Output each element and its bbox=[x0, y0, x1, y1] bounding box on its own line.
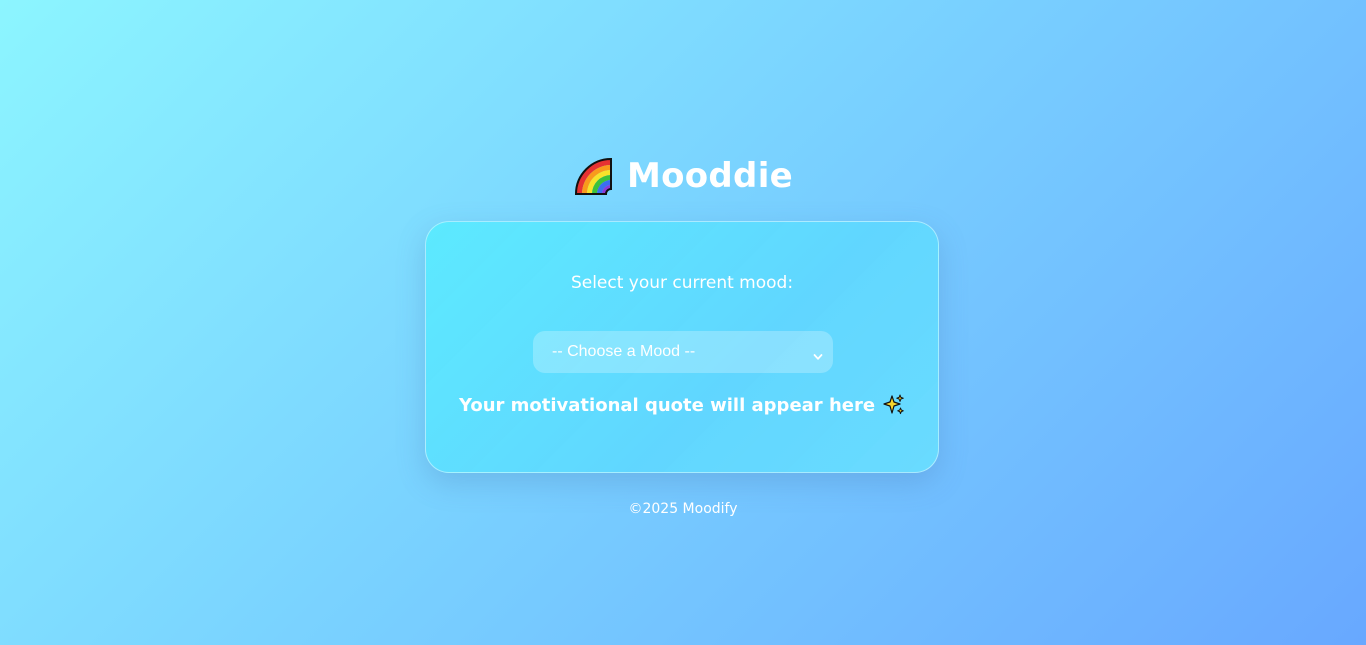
quote-display: Your motivational quote will appear here bbox=[426, 394, 938, 416]
mood-card: Select your current mood: -- Choose a Mo… bbox=[425, 221, 939, 473]
rainbow-icon bbox=[573, 156, 613, 196]
quote-text: Your motivational quote will appear here bbox=[458, 394, 876, 416]
app-title: Mooddie bbox=[626, 156, 794, 196]
mood-select-value: -- Choose a Mood -- bbox=[552, 343, 696, 360]
sparkles-icon bbox=[883, 394, 905, 416]
footer-copyright: ©2025 Moodify bbox=[628, 501, 738, 517]
mood-prompt: Select your current mood: bbox=[570, 273, 794, 293]
chevron-down-icon bbox=[813, 347, 823, 360]
app-header: Mooddie bbox=[0, 152, 1366, 200]
mood-select[interactable]: -- Choose a Mood -- bbox=[533, 331, 833, 373]
